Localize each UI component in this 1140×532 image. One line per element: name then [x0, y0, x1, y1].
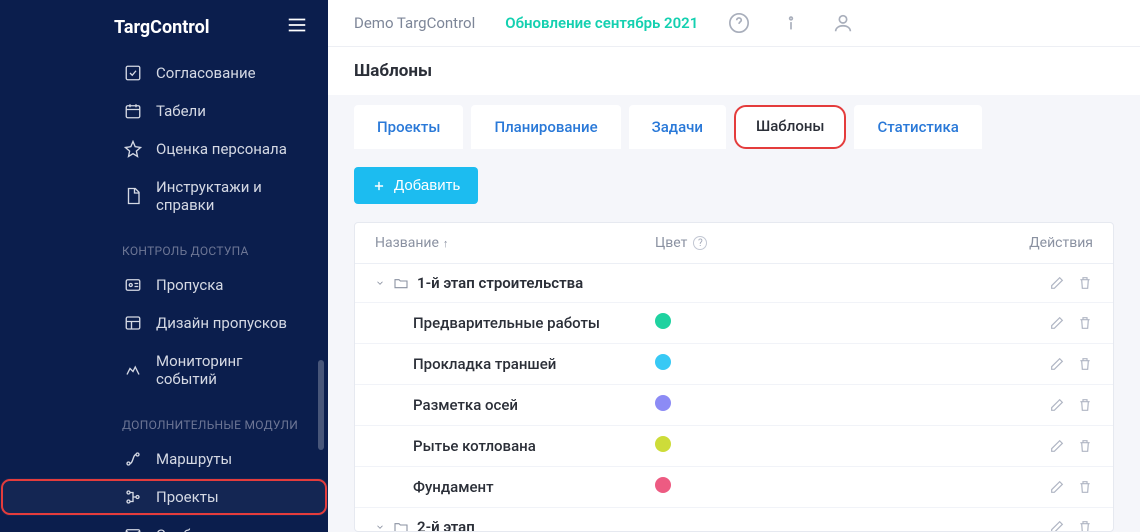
sidebar-item-pass-design[interactable]: Дизайн пропусков — [0, 304, 328, 342]
menu-toggle-icon[interactable] — [286, 14, 308, 40]
chevron-down-icon[interactable] — [375, 278, 385, 288]
badge-icon — [124, 276, 142, 294]
edit-icon[interactable] — [1049, 275, 1065, 291]
trash-icon[interactable] — [1077, 356, 1093, 372]
tab-planning[interactable]: Планирование — [471, 105, 620, 149]
news-link[interactable]: Обновление сентябрь 2021 — [505, 14, 698, 32]
sidebar-item-label: Табели — [156, 102, 206, 120]
sidebar-item-label: Пропуска — [156, 276, 223, 294]
check-square-icon — [124, 64, 142, 82]
breadcrumb[interactable]: Demo TargControl — [354, 14, 475, 32]
sidebar-item-passes[interactable]: Пропуска — [0, 266, 328, 304]
table-row-group[interactable]: 1-й этап строительства — [355, 264, 1113, 303]
sidebar-item-messages[interactable]: Сообщения — [0, 516, 328, 532]
tab-tasks[interactable]: Задачи — [629, 105, 726, 149]
color-dot — [655, 395, 671, 411]
edit-icon[interactable] — [1049, 315, 1065, 331]
trash-icon[interactable] — [1077, 397, 1093, 413]
sort-asc-icon: ↑ — [443, 237, 449, 250]
chevron-down-icon[interactable] — [375, 522, 385, 532]
help-icon[interactable] — [728, 12, 750, 34]
sidebar-item-label: Проекты — [156, 488, 219, 506]
layout-icon — [124, 314, 142, 332]
info-icon[interactable] — [780, 12, 802, 34]
color-dot — [655, 436, 671, 452]
th-color: Цвет ? — [655, 235, 855, 251]
brand-logo: TargControl — [114, 17, 210, 38]
sidebar: TargControl Согласование Табели Оценка п… — [0, 0, 328, 532]
edit-icon[interactable] — [1049, 438, 1065, 454]
table-row[interactable]: Рытье котлована — [355, 426, 1113, 467]
sidebar-item-label: Инструктажи и справки — [156, 178, 306, 214]
folder-icon — [393, 275, 409, 291]
sidebar-item-label: Маршруты — [156, 450, 232, 468]
edit-icon[interactable] — [1049, 397, 1065, 413]
sidebar-item-label: Дизайн пропусков — [156, 314, 287, 332]
sidebar-item-label: Мониторинг событий — [156, 352, 306, 388]
sidebar-item-label: Сообщения — [156, 526, 237, 532]
sidebar-item-routes[interactable]: Маршруты — [0, 440, 328, 478]
route-icon — [124, 450, 142, 468]
trash-icon[interactable] — [1077, 438, 1093, 454]
color-dot — [655, 477, 671, 493]
sidebar-item-label: Оценка персонала — [156, 140, 287, 158]
projects-icon — [124, 488, 142, 506]
tab-templates[interactable]: Шаблоны — [734, 105, 847, 149]
table-row-group[interactable]: 2-й этап — [355, 508, 1113, 532]
plus-icon — [372, 179, 386, 193]
sidebar-section-access: КОНТРОЛЬ ДОСТУПА — [0, 224, 328, 266]
sidebar-item-projects[interactable]: Проекты — [0, 478, 328, 516]
th-actions: Действия — [1029, 235, 1093, 251]
help-badge-icon[interactable]: ? — [693, 236, 707, 250]
topbar: Demo TargControl Обновление сентябрь 202… — [328, 0, 1140, 46]
templates-table: Название ↑ Цвет ? Действия 1-й этап стро… — [354, 222, 1114, 532]
mail-icon — [124, 526, 142, 532]
trash-icon[interactable] — [1077, 479, 1093, 495]
main-content: Demo TargControl Обновление сентябрь 202… — [328, 0, 1140, 532]
table-row[interactable]: Предварительные работы — [355, 303, 1113, 344]
edit-icon[interactable] — [1049, 519, 1065, 532]
table-row[interactable]: Прокладка траншей — [355, 344, 1113, 385]
color-dot — [655, 354, 671, 370]
table-row[interactable]: Разметка осей — [355, 385, 1113, 426]
table-header: Название ↑ Цвет ? Действия — [355, 223, 1113, 264]
trash-icon[interactable] — [1077, 275, 1093, 291]
file-icon — [124, 187, 142, 205]
star-icon — [124, 140, 142, 158]
sidebar-item-timesheets[interactable]: Табели — [0, 92, 328, 130]
folder-icon — [393, 519, 409, 532]
edit-icon[interactable] — [1049, 479, 1065, 495]
user-icon[interactable] — [832, 12, 854, 34]
tab-projects[interactable]: Проекты — [354, 105, 463, 149]
table-row[interactable]: Фундамент — [355, 467, 1113, 508]
trash-icon[interactable] — [1077, 519, 1093, 532]
add-button[interactable]: Добавить — [354, 167, 478, 204]
sidebar-item-event-monitor[interactable]: Мониторинг событий — [0, 342, 328, 398]
sidebar-item-label: Согласование — [156, 64, 256, 82]
monitor-icon — [124, 361, 142, 379]
tabs: Проекты Планирование Задачи Шаблоны Стат… — [328, 95, 1140, 149]
sidebar-item-briefings[interactable]: Инструктажи и справки — [0, 168, 328, 224]
trash-icon[interactable] — [1077, 315, 1093, 331]
sidebar-section-extra: ДОПОЛНИТЕЛЬНЫЕ МОДУЛИ — [0, 398, 328, 440]
add-button-label: Добавить — [394, 177, 460, 194]
sidebar-item-staff-rating[interactable]: Оценка персонала — [0, 130, 328, 168]
toolbar: Добавить — [328, 149, 1140, 222]
sidebar-item-approval[interactable]: Согласование — [0, 54, 328, 92]
tab-stats[interactable]: Статистика — [854, 105, 981, 149]
th-name[interactable]: Название ↑ — [375, 235, 655, 251]
edit-icon[interactable] — [1049, 356, 1065, 372]
calendar-icon — [124, 102, 142, 120]
color-dot — [655, 313, 671, 329]
scrollbar-thumb[interactable] — [318, 360, 324, 450]
page-title: Шаблоны — [328, 46, 1140, 95]
